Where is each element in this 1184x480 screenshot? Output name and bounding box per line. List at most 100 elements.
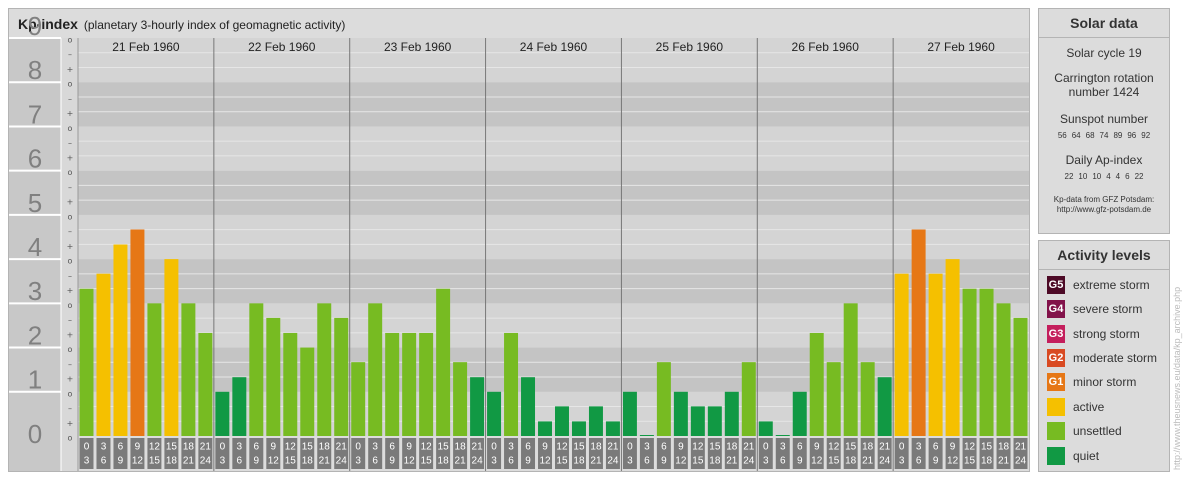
interval-start-label: 12 [421, 442, 433, 453]
sunspot-value: 89 [1113, 131, 1123, 140]
interval-end-label: 9 [389, 456, 395, 467]
level-swatch: G3 [1047, 325, 1065, 343]
y-minor-tick-label: – [68, 271, 72, 280]
kp-band [78, 214, 1029, 260]
kp-bar [911, 229, 926, 436]
y-minor-tick-label: o [68, 80, 73, 89]
kp-bar [300, 347, 315, 436]
kp-bar [453, 362, 468, 436]
ap-value: 22 [1134, 172, 1144, 181]
interval-end-label: 3 [355, 456, 361, 467]
carrington-line-1: Carrington rotation [1054, 71, 1154, 85]
kp-bar [928, 273, 943, 436]
interval-start-label: 9 [406, 442, 412, 453]
interval-end-label: 9 [525, 456, 531, 467]
kp-bar [334, 317, 349, 436]
interval-end-label: 9 [118, 456, 124, 467]
y-minor-tick-label: – [68, 316, 72, 325]
level-label: active [1073, 400, 1105, 414]
interval-start-label: 3 [780, 442, 786, 453]
kp-bar [317, 303, 332, 436]
y-minor-tick-label: + [67, 375, 74, 384]
interval-start-label: 15 [709, 442, 721, 453]
y-minor-tick-label: + [67, 242, 74, 251]
interval-end-label: 3 [627, 456, 633, 467]
interval-end-label: 3 [763, 456, 769, 467]
interval-start-label: 6 [525, 442, 531, 453]
y-minor-tick-label: + [67, 419, 74, 428]
interval-start-label: 9 [542, 442, 548, 453]
interval-end-label: 21 [862, 456, 874, 467]
level-label: quiet [1073, 449, 1100, 463]
kp-bar [622, 391, 637, 436]
interval-start-label: 0 [491, 442, 497, 453]
interval-start-label: 3 [916, 442, 922, 453]
interval-end-label: 15 [421, 456, 433, 467]
interval-start-label: 18 [590, 442, 602, 453]
level-label: moderate storm [1073, 351, 1158, 365]
interval-end-label: 21 [183, 456, 195, 467]
y-minor-tick-label: o [68, 389, 73, 398]
level-label: strong storm [1073, 327, 1140, 341]
y-minor-tick-label: – [68, 227, 72, 236]
kp-bar [266, 317, 281, 436]
day-label: 23 Feb 1960 [384, 40, 452, 54]
interval-end-label: 18 [981, 456, 993, 467]
activity-level: G5 extreme storm [1047, 275, 1150, 295]
y-tick-label: 6 [28, 144, 42, 174]
interval-start-label: 3 [508, 442, 514, 453]
interval-end-label: 15 [692, 456, 704, 467]
interval-start-label: 15 [166, 442, 178, 453]
interval-start-label: 15 [845, 442, 857, 453]
interval-start-label: 3 [372, 442, 378, 453]
source-link[interactable]: http://www.gfz-potsdam.de [1039, 205, 1169, 215]
day-label: 21 Feb 1960 [112, 40, 180, 54]
ap-index-values: 22 10 10 4 4 6 22 [1039, 172, 1169, 181]
kp-band [78, 259, 1029, 304]
y-tick-label: 1 [28, 365, 42, 395]
kp-bar [79, 288, 94, 436]
interval-start-label: 15 [438, 442, 450, 453]
y-minor-tick-label: + [67, 286, 74, 295]
ap-value: 4 [1115, 172, 1121, 181]
interval-end-label: 18 [166, 456, 178, 467]
y-minor-tick-label: o [68, 301, 73, 310]
kp-chart-panel: Kp-index (planetary 3-hourly index of geo… [8, 8, 1030, 472]
interval-end-label: 18 [845, 456, 857, 467]
interval-end-label: 6 [780, 456, 786, 467]
kp-bar [368, 303, 383, 436]
kp-bar [979, 288, 994, 436]
interval-start-label: 21 [743, 442, 755, 453]
source-line-1: Kp-data from GFZ Potsdam: [1053, 195, 1155, 204]
interval-end-label: 12 [675, 456, 687, 467]
kp-bar [487, 391, 502, 436]
kp-bar [164, 259, 179, 436]
kp-bar [504, 332, 519, 436]
interval-start-label: 0 [355, 442, 361, 453]
kp-bar [588, 406, 603, 436]
ap-value: 10 [1078, 172, 1088, 181]
interval-start-label: 9 [814, 442, 820, 453]
kp-bar [775, 435, 790, 436]
activity-level: G1 minor storm [1047, 372, 1136, 392]
level-label: minor storm [1073, 375, 1137, 389]
interval-start-label: 0 [220, 442, 226, 453]
interval-end-label: 21 [726, 456, 738, 467]
level-label: unsettled [1073, 424, 1122, 438]
interval-end-label: 15 [964, 456, 976, 467]
interval-start-label: 6 [118, 442, 124, 453]
y-minor-tick-label: o [68, 36, 73, 45]
sunspot-value: 74 [1099, 131, 1109, 140]
sunspot-label: Sunspot number [1059, 112, 1149, 126]
interval-start-label: 18 [319, 442, 331, 453]
y-minor-tick-label: + [67, 198, 74, 207]
kp-bar [351, 362, 366, 436]
y-tick-label: 3 [28, 276, 42, 306]
kp-bar-chart: 0123456789o+o+–o+–o+–o+–o+–o+–o+–o+–o–21… [9, 11, 1029, 471]
sunspot-value: 68 [1085, 131, 1095, 140]
interval-start-label: 21 [336, 442, 348, 453]
level-label: extreme storm [1073, 278, 1150, 292]
kp-bar [996, 303, 1011, 436]
day-label: 25 Feb 1960 [656, 40, 724, 54]
activity-level: G2 moderate storm [1047, 348, 1157, 368]
